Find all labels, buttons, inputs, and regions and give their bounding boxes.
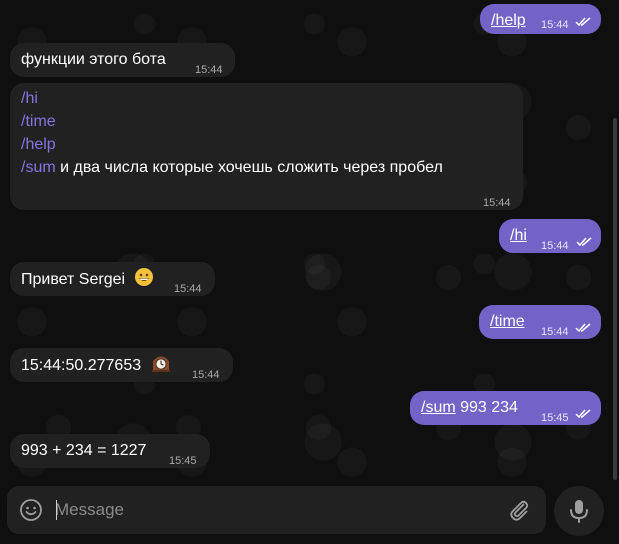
- message-time: 15:44: [541, 326, 569, 338]
- command-link[interactable]: /time: [490, 313, 525, 330]
- message-text: Привет Sergei: [21, 271, 126, 288]
- message-text: 993 + 234 = 1227: [21, 442, 147, 459]
- message-time: 15:44: [192, 369, 220, 381]
- text-caret: [56, 500, 57, 520]
- read-checkmarks-icon: [576, 237, 592, 247]
- command-link-hi[interactable]: /hi: [21, 87, 511, 110]
- message-time: 15:44: [541, 240, 569, 252]
- message-incoming: 993 + 234 = 1227 15:45: [10, 434, 210, 468]
- message-incoming: /hi /time /help /sum и два числа которые…: [10, 83, 523, 210]
- message-outgoing: /time 15:44: [479, 305, 601, 339]
- message-incoming: 15:44:50.277653 15:44: [10, 348, 233, 382]
- read-checkmarks-icon: [575, 409, 591, 419]
- paperclip-icon[interactable]: [507, 498, 531, 522]
- message-time: 15:44: [483, 197, 511, 209]
- message-time: 15:45: [541, 412, 569, 424]
- message-time: 15:44: [195, 64, 223, 76]
- smiley-icon[interactable]: [19, 498, 43, 522]
- command-link[interactable]: /sum: [421, 399, 456, 416]
- message-input[interactable]: [55, 494, 495, 526]
- voice-record-button[interactable]: [554, 486, 604, 536]
- grinning-face-icon: [134, 268, 153, 286]
- microphone-icon: [570, 500, 588, 523]
- message-outgoing: /sum 993 234 15:45: [410, 391, 601, 425]
- command-link-sum[interactable]: /sum: [21, 159, 56, 176]
- chat-scrollbar[interactable]: [613, 118, 617, 480]
- mantelpiece-clock-icon: [151, 356, 170, 372]
- command-link-time[interactable]: /time: [21, 110, 511, 133]
- command-link-help[interactable]: /help: [21, 133, 511, 156]
- message-incoming: Привет Sergei 15:44: [10, 262, 215, 296]
- message-line: /sum и два числа которые хочешь сложить …: [21, 156, 511, 179]
- command-link[interactable]: /hi: [510, 227, 527, 244]
- command-link[interactable]: /help: [491, 12, 526, 29]
- message-outgoing: /help 15:44: [480, 4, 601, 34]
- message-text: функции этого бота: [21, 51, 166, 68]
- chat-background: /help 15:44 функции этого бота 15:44 /hi…: [0, 0, 619, 544]
- message-outgoing: /hi 15:44: [499, 219, 601, 253]
- message-time: 15:44: [541, 19, 569, 31]
- message-composer: [7, 486, 546, 534]
- message-text: и два числа которые хочешь сложить через…: [55, 159, 443, 176]
- read-checkmarks-icon: [575, 17, 591, 27]
- message-text: 15:44:50.277653: [21, 357, 142, 374]
- read-checkmarks-icon: [575, 323, 591, 333]
- message-text: 993 234: [455, 399, 518, 416]
- message-time: 15:44: [174, 283, 202, 295]
- message-time: 15:45: [169, 455, 197, 467]
- message-incoming: функции этого бота 15:44: [10, 43, 235, 77]
